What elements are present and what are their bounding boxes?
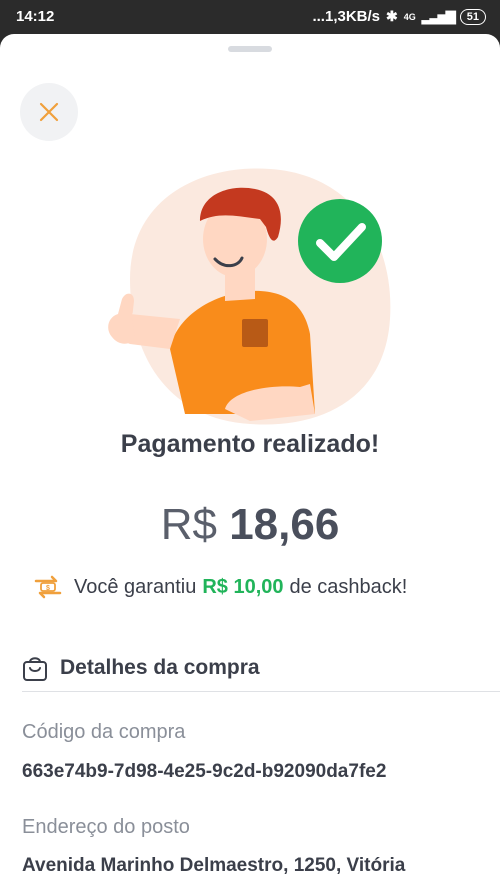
cashback-suffix: de cashback!	[289, 575, 408, 598]
signal-icon: ▂▃▅▇	[421, 8, 456, 24]
bluetooth-icon: ✱	[386, 8, 398, 24]
shopping-bag-icon	[23, 657, 47, 681]
svg-text:$: $	[46, 585, 50, 592]
details-header: Detalhes da compra	[22, 654, 260, 682]
payment-amount: R$ 18,66	[0, 500, 500, 550]
amount-value: 18,66	[229, 500, 340, 549]
station-address-label: Endereço do posto	[22, 816, 190, 838]
details-title: Detalhes da compra	[60, 656, 260, 679]
status-right: ...1,3KB/s ✱ 4G ▂▃▅▇ 51	[312, 8, 486, 25]
station-address-value: Avenida Marinho Delmaestro, 1250, Vitóri…	[22, 855, 406, 876]
check-circle-icon	[298, 199, 382, 283]
close-icon	[39, 102, 59, 122]
amount-currency: R$	[160, 500, 217, 549]
purchase-code-value: 663e74b9-7d98-4e25-9c2d-b92090da7fe2	[22, 761, 387, 782]
battery-indicator: 51	[459, 8, 486, 25]
success-illustration	[108, 168, 391, 425]
cashback-amount: R$ 10,00	[202, 575, 284, 598]
status-time: 14:12	[16, 8, 55, 25]
close-button[interactable]	[20, 83, 78, 141]
network-type: 4G	[403, 11, 416, 22]
details-divider	[22, 691, 500, 692]
status-bar: 14:12 ...1,3KB/s ✱ 4G ▂▃▅▇ 51	[0, 0, 500, 34]
network-speed: ...1,3KB/s	[312, 8, 380, 25]
payment-title: Pagamento realizado!	[120, 430, 380, 458]
cashback-prefix: Você garantiu	[74, 575, 197, 598]
sheet-drag-handle[interactable]	[228, 46, 272, 52]
purchase-code-label: Código da compra	[22, 721, 186, 743]
cashback-exchange-icon: $	[34, 575, 62, 599]
payment-sheet: Pagamento realizado! R$ 18,66 $ Você gar…	[0, 34, 500, 889]
cashback-info: $ Você garantiu R$ 10,00 de cashback!	[32, 573, 407, 601]
